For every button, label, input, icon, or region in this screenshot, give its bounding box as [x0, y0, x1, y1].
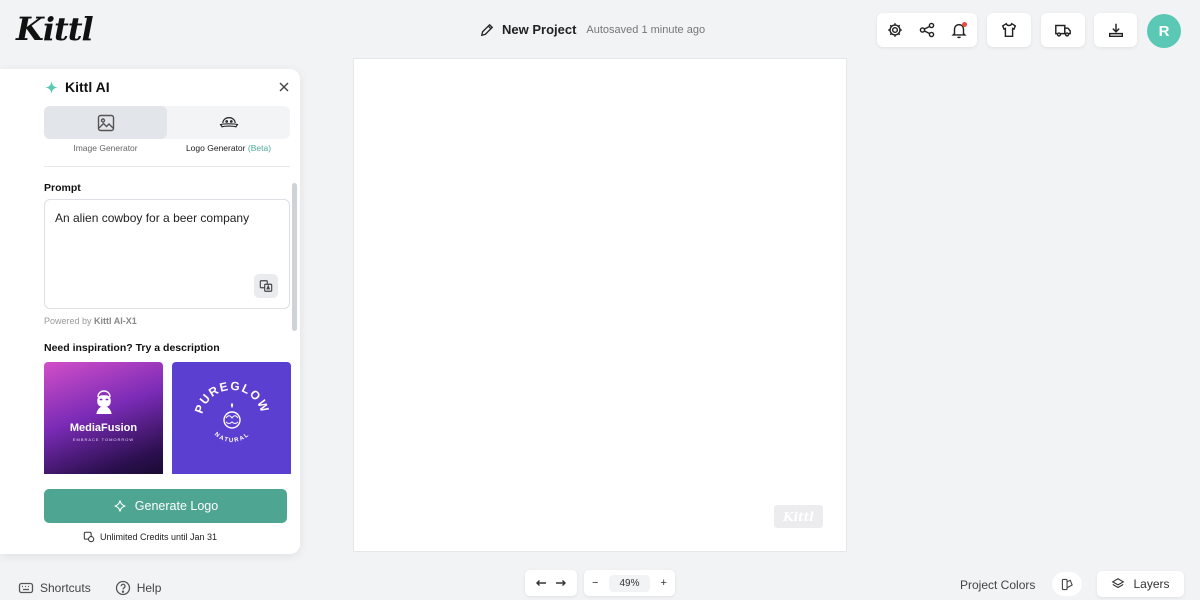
inspiration-card-pureglow[interactable]: PUREGLOW NATURAL	[172, 362, 291, 474]
credits-text: Unlimited Credits until Jan 31	[99, 532, 218, 542]
prompt-label: Prompt	[44, 182, 81, 194]
project-title[interactable]: New Project	[502, 22, 576, 37]
powered-by-model: Kittl AI-X1	[94, 316, 137, 326]
translate-button[interactable]	[254, 274, 278, 298]
card-subtitle: EMBRACE TOMORROW	[72, 437, 135, 442]
logo-badge-icon	[219, 116, 238, 128]
print-delivery-button[interactable]	[1041, 13, 1085, 47]
autosave-status: Autosaved 1 minute ago	[586, 23, 706, 36]
credits-info: Unlimited Credits until Jan 31	[0, 531, 300, 543]
powered-by-prefix: Powered by	[44, 316, 92, 326]
download-button[interactable]	[1094, 13, 1137, 47]
close-icon[interactable]	[278, 81, 290, 93]
inspiration-card-mediafusion[interactable]: MediaFusion EMBRACE TOMORROW	[44, 362, 163, 474]
zoom-level[interactable]: 49%	[609, 574, 650, 592]
pureglow-subtitle: NATURAL	[213, 432, 250, 444]
generate-logo-button[interactable]: Generate Logo	[44, 489, 287, 523]
generate-logo-label: Generate Logo	[134, 499, 219, 513]
pencil-icon[interactable]	[480, 23, 494, 37]
layers-button[interactable]: Layers	[1097, 571, 1184, 597]
project-title-area: New Project Autosaved 1 minute ago	[480, 22, 705, 37]
tab-logo-generator[interactable]	[167, 106, 290, 139]
help-link[interactable]: Help	[137, 581, 162, 595]
generator-tab-labels: Image Generator Logo Generator (Beta)	[44, 143, 290, 153]
tab-logo-generator-label[interactable]: Logo Generator (Beta)	[167, 143, 290, 153]
merch-button[interactable]	[987, 13, 1031, 47]
panel-scrollbar[interactable]	[292, 183, 297, 331]
undo-redo-group	[525, 570, 577, 596]
bottom-left-links: Shortcuts Help	[18, 580, 161, 596]
keyboard-icon[interactable]	[18, 580, 34, 596]
zoom-out-button[interactable]: −	[592, 577, 598, 589]
svg-text:NATURAL: NATURAL	[213, 432, 251, 444]
inspiration-label: Need inspiration? Try a description	[44, 342, 220, 354]
top-actions-group	[877, 13, 977, 47]
undo-icon[interactable]	[535, 577, 547, 589]
ai-sparkle-icon	[45, 80, 58, 94]
help-icon[interactable]	[115, 580, 131, 596]
pureglow-title: PUREGLOW	[192, 379, 271, 416]
tshirt-icon	[1001, 22, 1017, 38]
design-canvas[interactable]: Kittl	[353, 58, 847, 552]
mascot-icon	[96, 390, 112, 415]
credits-icon	[83, 531, 95, 543]
kittl-watermark: Kittl	[774, 505, 823, 528]
panel-title: Kittl AI	[65, 79, 110, 95]
share-icon[interactable]	[918, 21, 936, 39]
sparkle-icon	[114, 500, 126, 512]
kittl-logo[interactable]: Kittl	[16, 10, 94, 48]
project-colors-label[interactable]: Project Colors	[960, 578, 1035, 592]
image-icon	[97, 114, 114, 131]
prompt-textarea[interactable]: An alien cowboy for a beer company	[44, 199, 290, 309]
beta-badge: (Beta)	[247, 143, 272, 153]
notification-bell-icon[interactable]	[950, 21, 968, 39]
settings-icon[interactable]	[886, 21, 904, 39]
tab-logo-generator-text: Logo Generator	[185, 143, 246, 153]
zoom-controls: − 49% +	[584, 570, 675, 596]
color-palette-icon	[1061, 578, 1073, 590]
user-avatar[interactable]: R	[1147, 14, 1181, 48]
delivery-truck-icon	[1055, 24, 1071, 37]
generator-tabs	[44, 106, 290, 139]
svg-text:PUREGLOW: PUREGLOW	[192, 379, 272, 416]
panel-header: Kittl AI	[44, 79, 110, 95]
tab-image-generator-label[interactable]: Image Generator	[44, 143, 167, 153]
download-icon	[1108, 23, 1123, 38]
layers-label: Layers	[1133, 577, 1170, 591]
shortcuts-link[interactable]: Shortcuts	[40, 581, 91, 595]
prompt-text: An alien cowboy for a beer company	[55, 211, 250, 225]
redo-icon[interactable]	[555, 577, 567, 589]
pureglow-emblem: PUREGLOW NATURAL	[192, 379, 272, 444]
powered-by: Powered by Kittl AI-X1	[44, 316, 137, 326]
divider	[44, 166, 290, 167]
zoom-in-button[interactable]: +	[661, 577, 667, 589]
notification-dot	[962, 22, 967, 27]
translate-icon	[259, 280, 273, 292]
kittl-ai-panel: Kittl AI Image Generator Logo Generator …	[0, 69, 300, 554]
layers-icon	[1112, 578, 1125, 589]
card-title: MediaFusion	[69, 422, 138, 434]
project-colors-button[interactable]	[1052, 572, 1082, 596]
tab-image-generator[interactable]	[44, 106, 167, 139]
